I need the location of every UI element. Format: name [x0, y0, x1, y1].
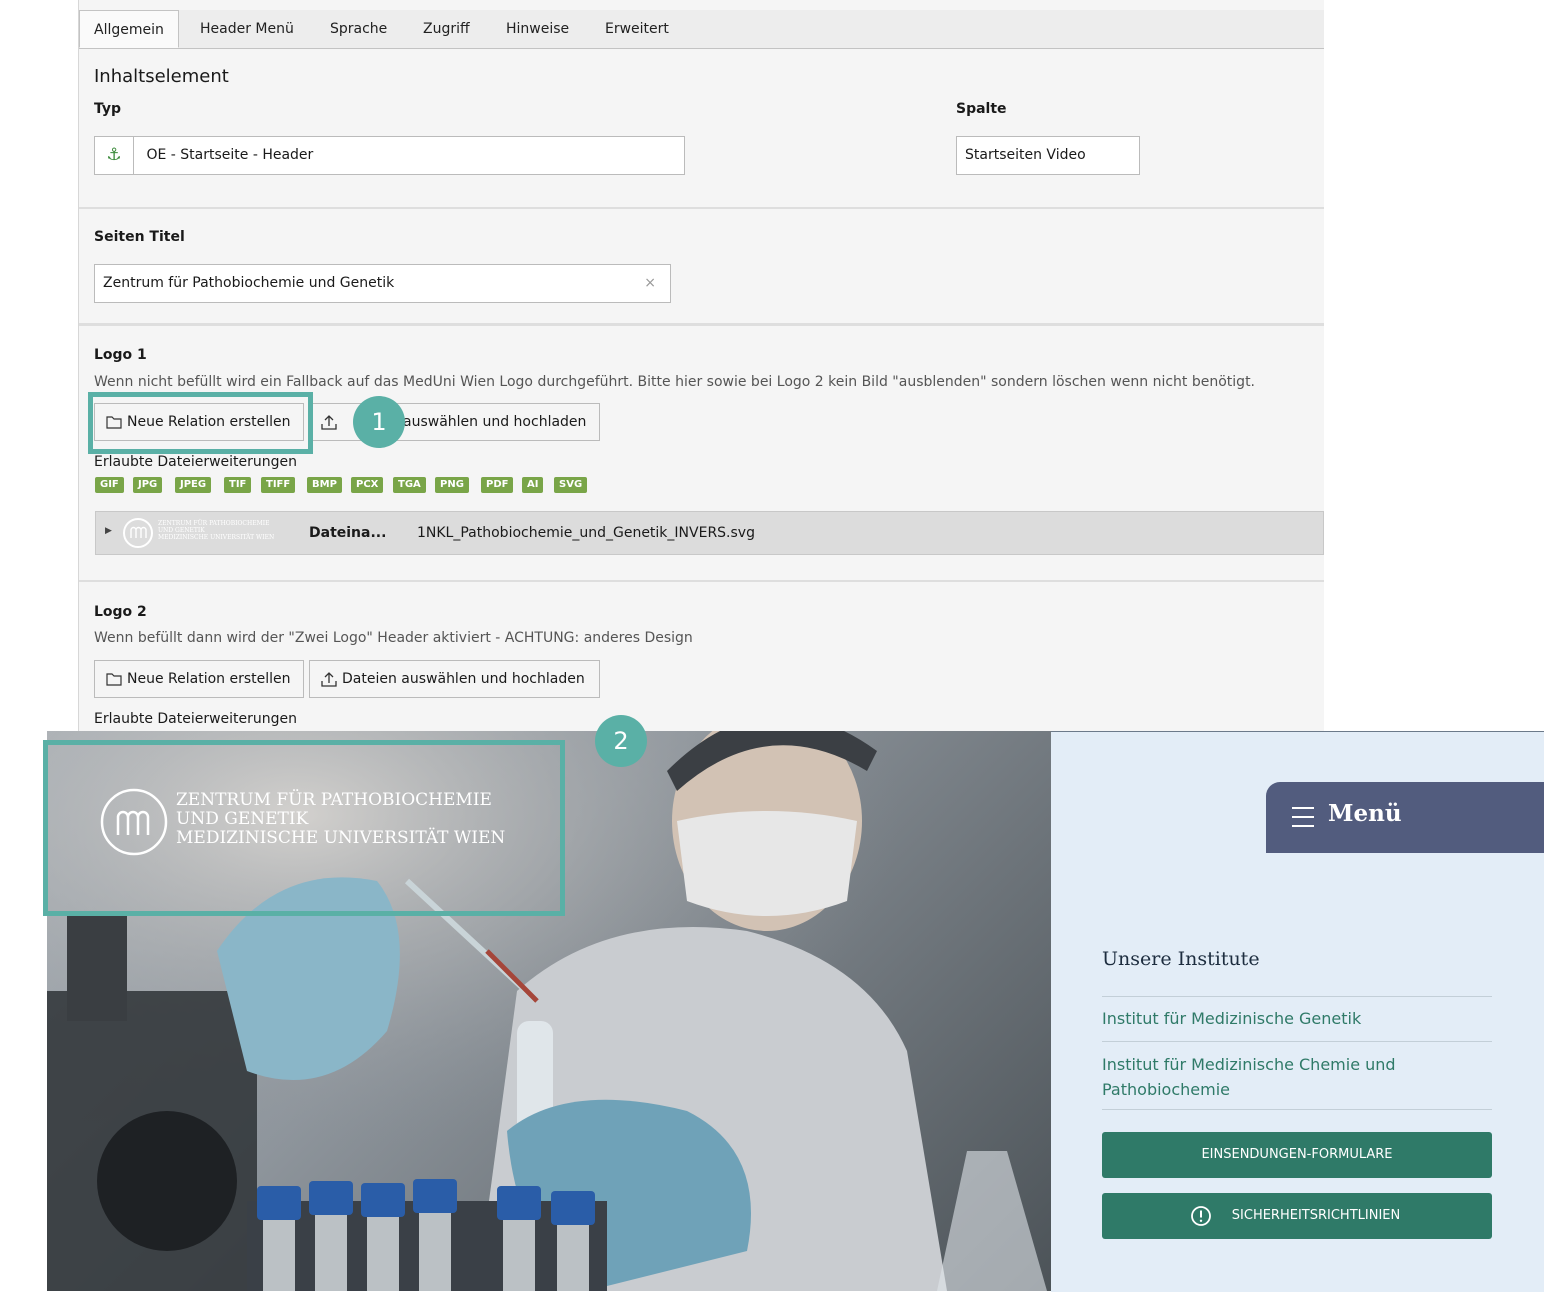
logo2-new-relation-button[interactable]: Neue Relation erstellen [94, 660, 304, 698]
logo1-allowed-label: Erlaubte Dateierweiterungen [94, 454, 298, 470]
divider [1102, 996, 1492, 997]
security-button[interactable]: SICHERHEITSRICHTLINIEN [1102, 1193, 1492, 1239]
extension-badge: GIF [95, 477, 124, 493]
thumb-line: ZENTRUM FÜR PATHOBIOCHEMIE [158, 520, 270, 527]
hamburger-icon [1292, 807, 1314, 827]
divider [79, 323, 1324, 326]
step-badge-2: 2 [595, 715, 647, 767]
file-thumbnail: ZENTRUM FÜR PATHOBIOCHEMIE UND GENETIK M… [122, 517, 302, 549]
backend-form: Allgemein Header Menü Sprache Zugriff Hi… [78, 0, 1324, 732]
section-title: Inhaltselement [94, 66, 229, 87]
extension-badge: JPG [133, 477, 163, 493]
logo1-label: Logo 1 [94, 347, 147, 363]
logo2-allowed-label: Erlaubte Dateierweiterungen [94, 711, 298, 727]
tab-hinweise[interactable]: Hinweise [492, 10, 583, 48]
highlight-box-1 [88, 392, 313, 454]
alert-circle-icon [1191, 1206, 1211, 1226]
extension-badge: TIFF [261, 477, 296, 493]
tab-allgemein[interactable]: Allgemein [79, 10, 179, 48]
forms-button[interactable]: EINSENDUNGEN-FORMULARE [1102, 1132, 1492, 1178]
tab-header-menu[interactable]: Header Menü [186, 10, 308, 48]
extension-badge: JPEG [175, 477, 212, 493]
seiten-titel-value: Zentrum für Pathobiochemie und Genetik [103, 275, 395, 291]
divider [79, 207, 1324, 209]
file-name: 1NKL_Pathobiochemie_und_Genetik_INVERS.s… [417, 525, 755, 541]
logo1-description: Wenn nicht befüllt wird ein Fallback auf… [94, 374, 1256, 390]
logo1-file-row[interactable]: ▶ ZENTRUM FÜR PATHOBIOCHEMIE UND GENETIK… [95, 511, 1324, 555]
clear-icon[interactable]: × [644, 265, 656, 301]
logo2-description: Wenn befüllt dann wird der "Zwei Logo" H… [94, 630, 693, 646]
extension-badge: BMP [307, 477, 342, 493]
institute-link[interactable]: Institut für Medizinische Genetik [1102, 1009, 1361, 1028]
extension-badge: PCX [351, 477, 384, 493]
thumb-line: UND GENETIK [158, 527, 205, 534]
typ-label: Typ [94, 101, 122, 117]
menu-button[interactable]: Menü [1266, 782, 1544, 853]
extension-badge: AI [522, 477, 544, 493]
extension-badge: TIF [224, 477, 252, 493]
folder-icon [105, 661, 123, 697]
site-side-panel: Menü Unsere Institute Institut für Mediz… [1051, 731, 1544, 1292]
logo1-upload-label: auswählen und hochladen [403, 414, 587, 430]
logo2-label: Logo 2 [94, 604, 147, 620]
divider [79, 580, 1324, 582]
extension-badge: SVG [554, 477, 588, 493]
logo2-new-relation-label: Neue Relation erstellen [127, 671, 291, 687]
spalte-label: Spalte [956, 101, 1007, 117]
menu-label: Menü [1328, 800, 1402, 827]
divider [1102, 1041, 1492, 1042]
anchor-icon: ⚓ [95, 137, 134, 174]
divider [1102, 1109, 1492, 1110]
spalte-select[interactable]: Startseiten Video [956, 136, 1140, 175]
extension-badge: TGA [393, 477, 426, 493]
tab-erweitert[interactable]: Erweitert [591, 10, 683, 48]
logo2-upload-label: Dateien auswählen und hochladen [342, 671, 585, 687]
institute-link[interactable]: Institut für Medizinische Chemie und Pat… [1102, 1052, 1432, 1102]
tab-sprache[interactable]: Sprache [316, 10, 401, 48]
security-button-label: SICHERHEITSRICHTLINIEN [1231, 1208, 1401, 1223]
file-label: Dateina... [309, 525, 387, 541]
tab-bar: Allgemein Header Menü Sprache Zugriff Hi… [79, 10, 1324, 49]
logo2-upload-button[interactable]: Dateien auswählen und hochladen [309, 660, 600, 698]
institutes-title: Unsere Institute [1102, 948, 1260, 970]
upload-icon [320, 661, 338, 697]
step-badge-1: 1 [353, 396, 405, 448]
upload-icon [320, 404, 338, 440]
extension-badge: PNG [435, 477, 469, 493]
expand-caret-icon[interactable]: ▶ [105, 526, 112, 536]
extension-badge: PDF [481, 477, 514, 493]
meduni-logo-icon [123, 518, 153, 548]
seiten-titel-input[interactable]: Zentrum für Pathobiochemie und Genetik × [94, 264, 671, 303]
thumb-line: MEDIZINISCHE UNIVERSITÄT WIEN [158, 534, 275, 541]
typ-select[interactable]: ⚓ OE - Startseite - Header [94, 136, 685, 175]
tab-zugriff[interactable]: Zugriff [409, 10, 484, 48]
seiten-titel-label: Seiten Titel [94, 229, 185, 245]
typ-value: OE - Startseite - Header [146, 147, 314, 163]
highlight-box-2 [43, 740, 565, 916]
